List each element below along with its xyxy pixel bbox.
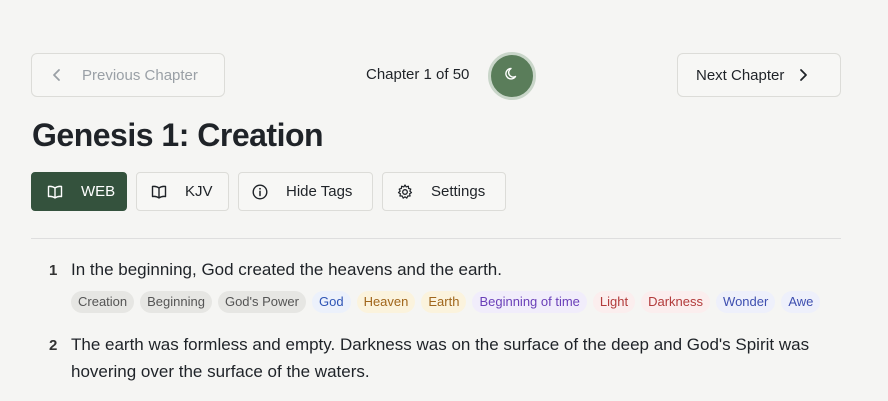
verse-text: The earth was formless and empty. Darkne…	[71, 335, 810, 381]
tag[interactable]: Beginning	[140, 291, 212, 313]
tag[interactable]: Earth	[421, 291, 467, 313]
theme-toggle-button[interactable]	[488, 52, 536, 100]
settings-label: Settings	[431, 183, 486, 200]
next-chapter-button[interactable]: Next Chapter	[677, 53, 841, 97]
chevron-left-icon	[52, 68, 62, 82]
verse-tags: Creation Beginning God's Power God Heave…	[71, 291, 821, 313]
hide-tags-label: Hide Tags	[286, 183, 353, 200]
divider	[31, 238, 841, 239]
previous-chapter-button[interactable]: Previous Chapter	[31, 53, 225, 97]
chapter-navbar: Previous Chapter Chapter 1 of 50 Next Ch…	[31, 52, 841, 100]
verse-text: In the beginning, God created the heaven…	[71, 260, 502, 279]
tag[interactable]: Light	[592, 291, 636, 313]
tag[interactable]: God's Power	[217, 291, 306, 313]
translation-kjv-button[interactable]: KJV	[136, 172, 229, 211]
translation-kjv-label: KJV	[185, 183, 213, 200]
book-open-icon	[151, 185, 167, 199]
previous-chapter-label: Previous Chapter	[82, 66, 198, 84]
moon-icon	[504, 66, 520, 87]
verse-number: 2	[49, 337, 58, 354]
tag[interactable]: Awe	[781, 291, 821, 313]
tag[interactable]: Darkness	[641, 291, 711, 313]
gear-icon	[397, 183, 413, 200]
hide-tags-button[interactable]: Hide Tags	[238, 172, 373, 211]
next-chapter-label: Next Chapter	[696, 66, 785, 84]
tag[interactable]: God	[311, 291, 351, 313]
book-open-icon	[47, 185, 63, 199]
translation-web-label: WEB	[81, 183, 116, 200]
info-icon	[252, 183, 268, 200]
chevron-right-icon	[798, 68, 808, 82]
translation-web-button[interactable]: WEB	[31, 172, 127, 211]
tag[interactable]: Creation	[71, 291, 135, 313]
tag[interactable]: Beginning of time	[472, 291, 587, 313]
chapter-counter: Chapter 1 of 50	[366, 66, 470, 83]
settings-button[interactable]: Settings	[382, 172, 506, 211]
tag[interactable]: Wonder	[716, 291, 776, 313]
page-title: Genesis 1: Creation	[32, 117, 324, 153]
tag[interactable]: Heaven	[356, 291, 416, 313]
verse-number: 1	[49, 262, 58, 279]
